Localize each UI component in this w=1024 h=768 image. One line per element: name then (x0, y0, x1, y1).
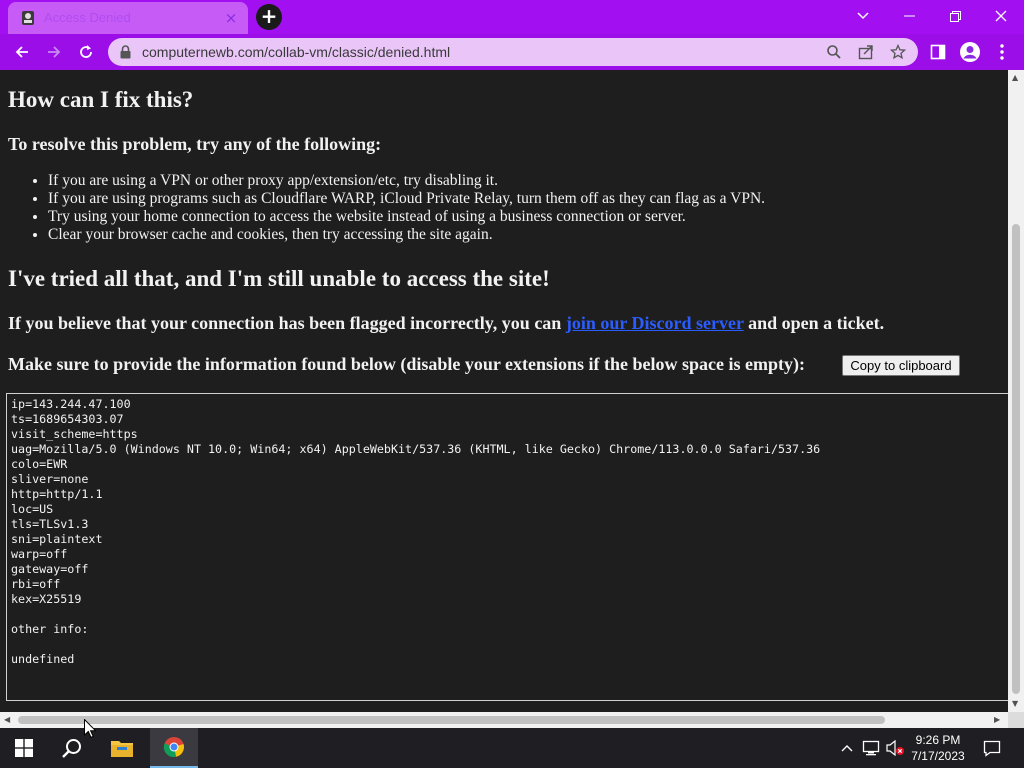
trace-info-box[interactable]: ip=143.244.47.100 ts=1689654303.07 visit… (6, 393, 1008, 701)
url-text[interactable]: computernewb.com/collab-vm/classic/denie… (142, 44, 450, 60)
restore-icon[interactable] (932, 0, 978, 32)
zoom-search-icon[interactable] (826, 44, 842, 60)
minimize-icon[interactable] (886, 0, 932, 32)
side-panel-icon[interactable] (924, 38, 952, 66)
browser-toolbar: computernewb.com/collab-vm/classic/denie… (0, 34, 1024, 70)
list-item: If you are using a VPN or other proxy ap… (48, 172, 765, 190)
taskbar-clock[interactable]: 9:26 PM 7/17/2023 (902, 732, 974, 764)
copy-to-clipboard-button[interactable]: Copy to clipboard (842, 355, 960, 376)
list-item: If you are using programs such as Cloudf… (48, 190, 765, 208)
clock-time: 9:26 PM (915, 733, 961, 747)
flagged-paragraph: If you believe that your connection has … (8, 313, 884, 334)
tray-chevron-up-icon[interactable] (838, 728, 856, 768)
page-content: How can I fix this? To resolve this prob… (0, 70, 1008, 712)
notification-center-icon[interactable] (980, 728, 1004, 768)
chrome-icon[interactable] (150, 728, 198, 768)
scroll-down-icon[interactable]: ▼ (1012, 699, 1018, 708)
network-icon[interactable] (860, 728, 882, 768)
menu-kebab-icon[interactable] (988, 38, 1016, 66)
heading-tried: I've tried all that, and I'm still unabl… (8, 266, 550, 291)
trace-info-text[interactable]: ip=143.244.47.100 ts=1689654303.07 visit… (11, 397, 1008, 667)
file-explorer-icon[interactable] (98, 728, 146, 768)
forward-icon[interactable] (40, 38, 68, 66)
scroll-left-icon[interactable]: ◀ (4, 715, 10, 724)
provide-info-text: Make sure to provide the information fou… (8, 354, 806, 374)
list-item: Clear your browser cache and cookies, th… (48, 226, 765, 244)
scroll-up-icon[interactable]: ▲ (1012, 73, 1018, 82)
reload-icon[interactable] (72, 38, 100, 66)
profile-avatar-icon[interactable] (956, 38, 984, 66)
tab-strip: Access Denied × + (0, 0, 1024, 34)
list-item: Try using your home connection to access… (48, 208, 765, 226)
horizontal-scroll-thumb[interactable] (18, 716, 885, 724)
new-tab-button[interactable]: + (256, 4, 282, 30)
clock-date: 7/17/2023 (911, 749, 965, 763)
lock-icon[interactable] (120, 45, 131, 64)
tab-search-icon[interactable] (840, 0, 886, 32)
bookmark-star-icon[interactable] (889, 43, 907, 60)
heading-fix: How can I fix this? (8, 87, 194, 112)
vertical-scrollbar[interactable]: ▲ ▼ (1008, 70, 1024, 712)
address-bar[interactable]: computernewb.com/collab-vm/classic/denie… (108, 38, 918, 66)
taskbar: 9:26 PM 7/17/2023 (0, 728, 1024, 768)
flagged-text-before: If you believe that your connection has … (8, 313, 566, 333)
start-icon[interactable] (0, 728, 48, 768)
tab-access-denied[interactable]: Access Denied × (8, 2, 248, 34)
vertical-scroll-thumb[interactable] (1012, 224, 1020, 694)
mouse-cursor-icon (84, 718, 97, 743)
tips-list: If you are using a VPN or other proxy ap… (48, 172, 765, 244)
favicon-icon (20, 10, 36, 26)
share-icon[interactable] (858, 44, 874, 60)
close-window-icon[interactable] (978, 0, 1024, 32)
horizontal-scrollbar[interactable]: ◀ ▶ (0, 712, 1008, 728)
resolve-intro: To resolve this problem, try any of the … (8, 134, 382, 154)
scroll-right-icon[interactable]: ▶ (994, 715, 1000, 724)
back-icon[interactable] (8, 38, 36, 66)
tab-title: Access Denied (44, 10, 131, 25)
tab-close-icon[interactable]: × (222, 9, 240, 27)
flagged-text-after: and open a ticket. (743, 313, 885, 333)
scrollbar-corner (1008, 712, 1024, 728)
discord-link[interactable]: join our Discord server (566, 313, 744, 333)
